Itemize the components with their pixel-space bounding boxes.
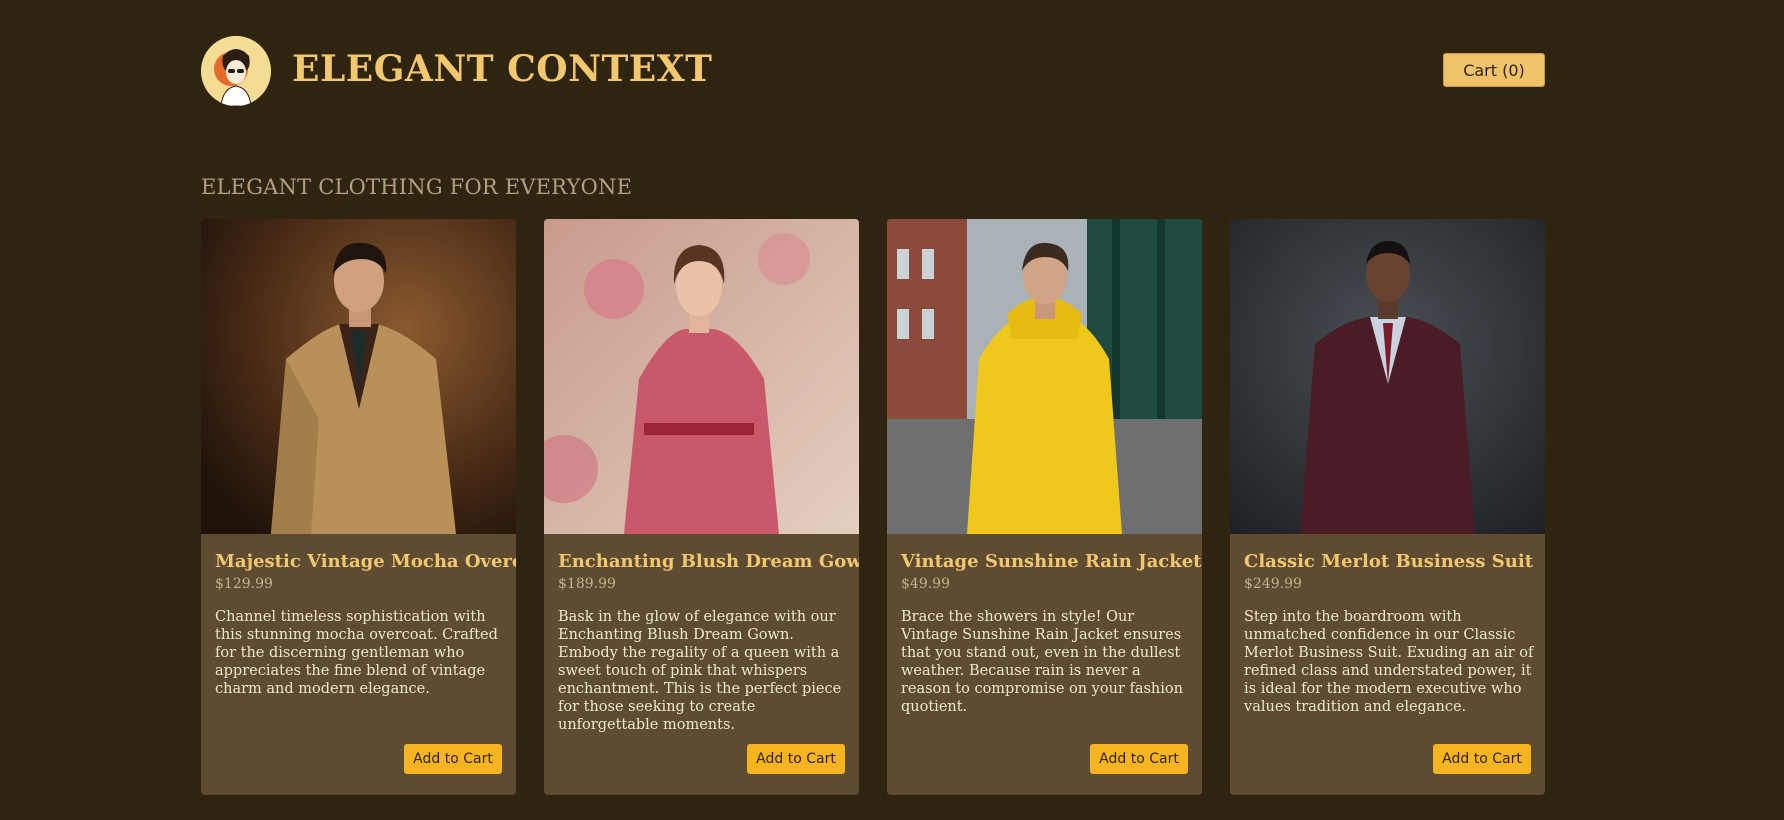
product-description: Bask in the glow of elegance with our En… xyxy=(558,609,842,733)
man-in-merlot-suit-photo[interactable] xyxy=(1230,219,1545,534)
product-card: Enchanting Blush Dream Gown $189.99 Bask… xyxy=(544,219,859,795)
add-to-cart-button[interactable]: Add to Cart xyxy=(747,744,845,774)
woman-portrait-logo-icon[interactable] xyxy=(201,36,271,106)
product-name[interactable]: Classic Merlot Business Suit xyxy=(1244,551,1539,572)
woman-in-pink-gown-photo[interactable] xyxy=(544,219,859,534)
product-grid: Majestic Vintage Mocha Overcoat $129.99 … xyxy=(201,219,1546,795)
product-price: $249.99 xyxy=(1244,576,1302,592)
product-price: $189.99 xyxy=(558,576,616,592)
site-header: ELEGANT CONTEXT Cart (0) xyxy=(201,36,1545,106)
product-name[interactable]: Vintage Sunshine Rain Jacket xyxy=(901,551,1202,572)
product-card: Classic Merlot Business Suit $249.99 Ste… xyxy=(1230,219,1545,795)
add-to-cart-button[interactable]: Add to Cart xyxy=(1433,744,1531,774)
product-card: Majestic Vintage Mocha Overcoat $129.99 … xyxy=(201,219,516,795)
product-name[interactable]: Enchanting Blush Dream Gown xyxy=(558,551,859,572)
man-in-mocha-overcoat-photo[interactable] xyxy=(201,219,516,534)
add-to-cart-button[interactable]: Add to Cart xyxy=(1090,744,1188,774)
product-description: Brace the showers in style! Our Vintage … xyxy=(901,609,1183,715)
product-price: $129.99 xyxy=(215,576,273,592)
product-description: Step into the boardroom with unmatched c… xyxy=(1244,609,1534,715)
product-name[interactable]: Majestic Vintage Mocha Overcoat xyxy=(215,551,516,572)
product-card: Vintage Sunshine Rain Jacket $49.99 Brac… xyxy=(887,219,1202,795)
product-price: $49.99 xyxy=(901,576,950,592)
add-to-cart-button[interactable]: Add to Cart xyxy=(404,744,502,774)
brand-title[interactable]: ELEGANT CONTEXT xyxy=(292,48,712,90)
product-description: Channel timeless sophistication with thi… xyxy=(215,609,498,697)
man-in-yellow-raincoat-photo[interactable] xyxy=(887,219,1202,534)
section-title: ELEGANT CLOTHING FOR EVERYONE xyxy=(201,175,633,199)
cart-button[interactable]: Cart (0) xyxy=(1443,53,1545,87)
